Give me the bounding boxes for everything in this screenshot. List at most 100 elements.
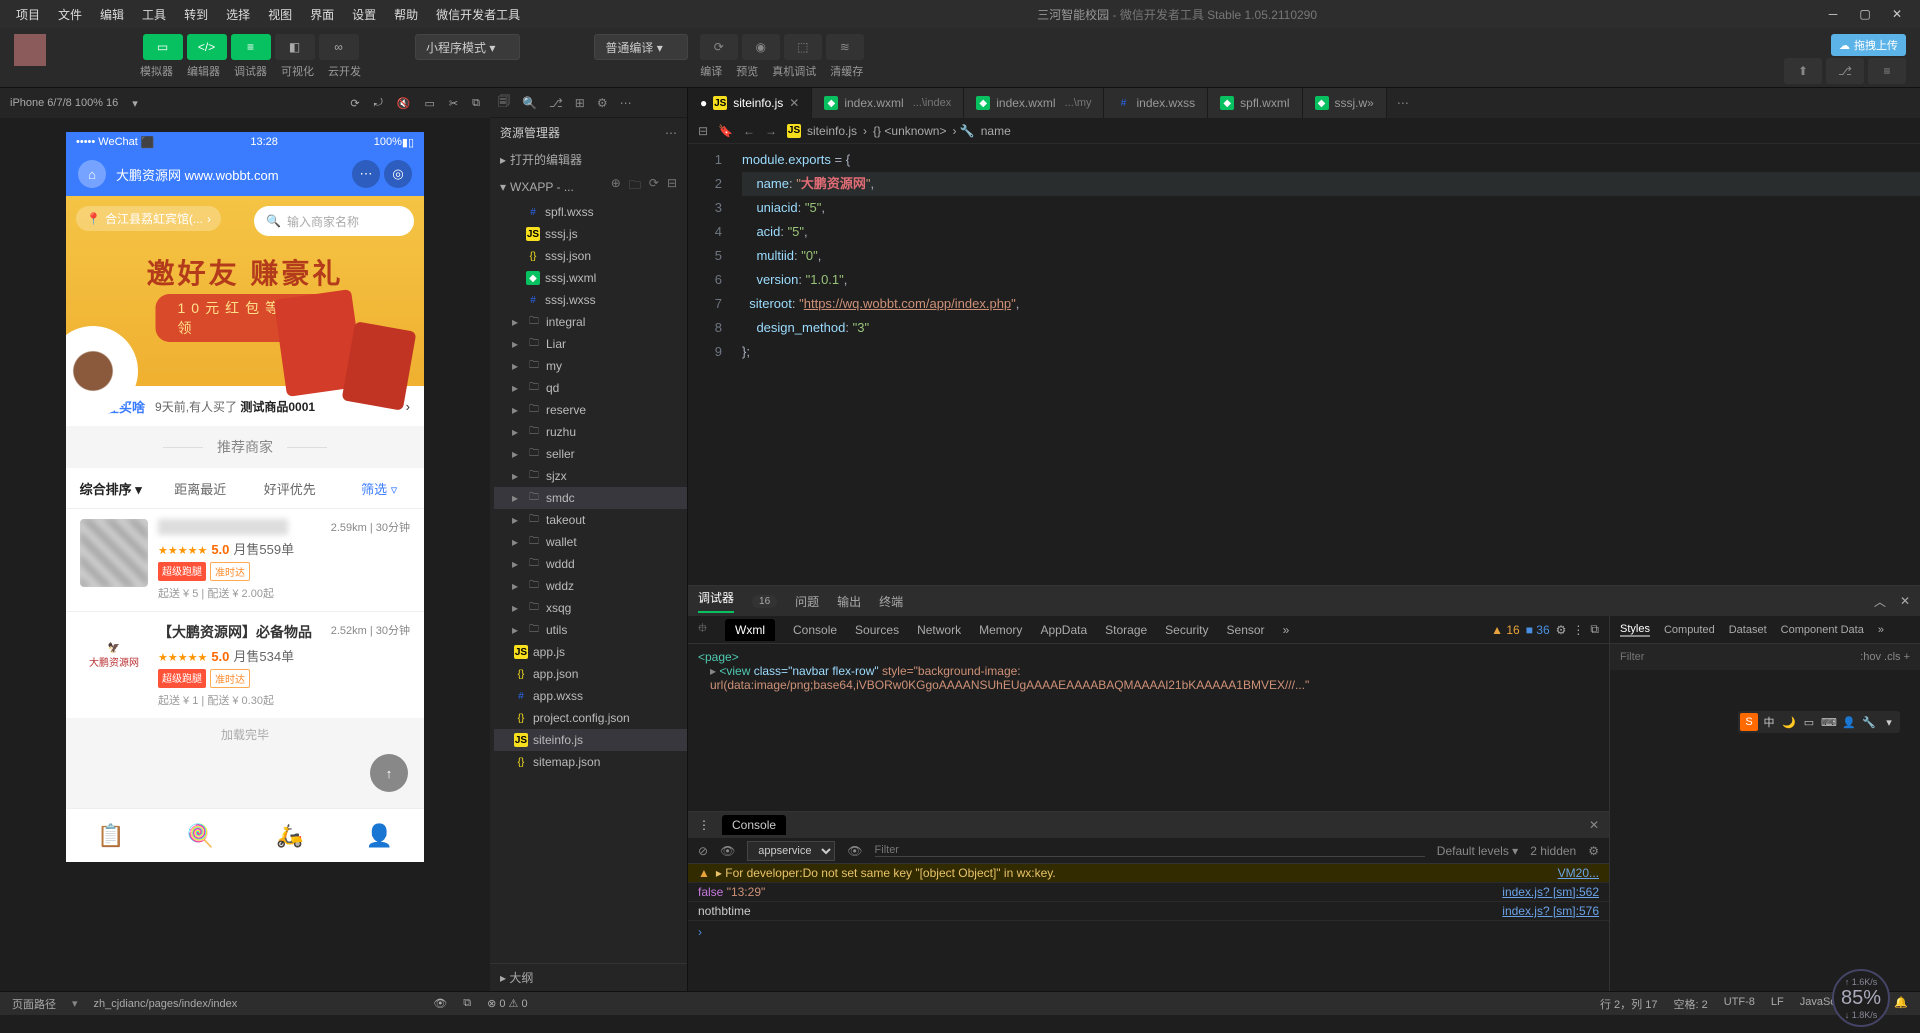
close-icon[interactable]: ✕ — [1900, 594, 1910, 608]
rotate-icon[interactable]: ⤾ — [374, 97, 383, 110]
filter-rating[interactable]: 好评优先 — [245, 479, 335, 498]
folder-item[interactable]: ▸🗀 wddz — [494, 575, 687, 597]
ime-toolbar[interactable]: S中🌙▭⌨👤🔧▾ — [1738, 711, 1900, 733]
filter-more[interactable]: 筛选 ▿ — [335, 479, 425, 498]
hidden-count[interactable]: 2 hidden — [1530, 844, 1576, 858]
details-button[interactable]: ≡ — [1868, 58, 1906, 84]
editor-tab[interactable]: ◆ sssj.w» — [1303, 88, 1387, 118]
branch-icon[interactable]: ⎇ — [549, 96, 563, 110]
simulator-button[interactable]: ▭ — [143, 34, 183, 60]
filter-distance[interactable]: 距离最近 — [156, 479, 246, 498]
folder-item[interactable]: ▸🗀 sjzx — [494, 465, 687, 487]
console-prompt[interactable]: › — [688, 921, 1609, 943]
file-item[interactable]: {} sitemap.json — [494, 751, 687, 773]
menu-ui[interactable]: 界面 — [302, 2, 342, 27]
nav-fwd-icon[interactable]: → — [765, 124, 777, 138]
component-data-tab[interactable]: Component Data — [1781, 624, 1864, 636]
page-path-value[interactable]: zh_cjdianc/pages/index/index — [94, 998, 238, 1010]
editor-tab[interactable]: ◆ index.wxml...\my — [964, 88, 1104, 118]
dock-icon[interactable]: ⧉ — [1590, 622, 1599, 637]
file-item[interactable]: {} sssj.json — [494, 245, 687, 267]
menu-tools[interactable]: 工具 — [134, 2, 174, 27]
editor-tab[interactable]: ◆ index.wxml...\index — [812, 88, 964, 118]
diagnostics[interactable]: ⊗ 0 ⚠ 0 — [487, 997, 527, 1010]
upload-button[interactable]: ⬆ — [1784, 58, 1822, 84]
compile-button[interactable]: ⟳ — [700, 34, 738, 60]
more-tabs-icon[interactable]: ⋯ — [1387, 88, 1419, 118]
folder-item[interactable]: ▸🗀 Liar — [494, 333, 687, 355]
eol[interactable]: LF — [1771, 996, 1784, 1012]
preview-button[interactable]: ◉ — [742, 34, 780, 60]
file-item[interactable]: {} app.json — [494, 663, 687, 685]
menu-file[interactable]: 文件 — [50, 2, 90, 27]
maximize-icon[interactable]: ▢ — [1858, 7, 1872, 21]
filter-sort[interactable]: 综合排序 ▾ — [66, 479, 156, 498]
clear-cache-button[interactable]: ≋ — [826, 34, 864, 60]
bell-icon[interactable]: 🔔 — [1894, 996, 1908, 1012]
dt-tab-terminal[interactable]: 终端 — [879, 593, 903, 610]
drag-upload-button[interactable]: ☁ 拖拽上传 — [1831, 34, 1906, 56]
console-row[interactable]: nothbtime index.js? [sm]:576 — [688, 902, 1609, 921]
minimize-icon[interactable]: ─ — [1826, 7, 1840, 21]
refresh-icon[interactable]: ⟳ — [350, 97, 359, 110]
folder-item[interactable]: ▸🗀 integral — [494, 311, 687, 333]
project-root[interactable]: ▾ WXAPP - ... ⊕ 🗀 ⟳ ⊟ — [490, 172, 687, 201]
chevron-down-icon[interactable]: ▾ — [132, 97, 138, 110]
folder-item[interactable]: ▸🗀 ruzhu — [494, 421, 687, 443]
new-file-icon[interactable]: ⊕ — [611, 176, 621, 197]
folder-item[interactable]: ▸🗀 reserve — [494, 399, 687, 421]
folder-item[interactable]: ▸🗀 smdc — [494, 487, 687, 509]
context-select[interactable]: appservice — [747, 841, 835, 861]
tab-home[interactable]: 📋 — [66, 809, 156, 862]
file-item[interactable]: JS siteinfo.js — [494, 729, 687, 751]
file-item[interactable]: ◆ sssj.wxml — [494, 267, 687, 289]
dt-sub-security[interactable]: Security — [1165, 623, 1208, 637]
folder-item[interactable]: ▸🗀 takeout — [494, 509, 687, 531]
chevron-up-icon[interactable]: ︿ — [1874, 593, 1886, 610]
more-icon[interactable]: ⋯ — [665, 126, 677, 140]
tab-profile[interactable]: 👤 — [335, 809, 425, 862]
device-label[interactable]: iPhone 6/7/8 100% 16 — [10, 97, 118, 109]
mute-icon[interactable]: 🔇 — [397, 97, 411, 110]
dt-sub-console[interactable]: Console — [793, 623, 837, 637]
folder-item[interactable]: ▸🗀 wddd — [494, 553, 687, 575]
file-item[interactable]: # app.wxss — [494, 685, 687, 707]
mode-select[interactable]: 小程序模式 ▾ — [415, 34, 520, 60]
tab-delivery[interactable]: 🛵 — [245, 809, 335, 862]
page-path-label[interactable]: 页面路径 — [12, 996, 56, 1012]
file-item[interactable]: JS app.js — [494, 641, 687, 663]
dt-sub-sources[interactable]: Sources — [855, 623, 899, 637]
computed-tab[interactable]: Computed — [1664, 624, 1715, 636]
debugger-button[interactable]: ≡ — [231, 34, 271, 60]
float-icon[interactable]: ⧉ — [472, 97, 480, 110]
code-editor[interactable]: 123456789 module.exports = { name: "大鹏资源… — [688, 144, 1920, 585]
dt-tab-debugger[interactable]: 调试器 — [698, 589, 734, 613]
inspect-icon[interactable]: ⯐ — [698, 619, 707, 640]
menu-settings[interactable]: 设置 — [344, 2, 384, 27]
styles-tab[interactable]: Styles — [1620, 623, 1650, 637]
close-icon[interactable]: ✕ — [1589, 818, 1599, 832]
eye-icon[interactable]: 👁 — [433, 997, 447, 1010]
menu-wechat[interactable]: 微信开发者工具 — [428, 2, 528, 27]
shop-item[interactable]: ★★★★★5.0月售559单 超级跑腿准时达 起送 ¥ 5 | 配送 ¥ 2.0… — [66, 508, 424, 611]
console-row[interactable]: ▲▸ For developer:Do not set same key "[o… — [688, 864, 1609, 883]
cls-toggle[interactable]: :hov .cls + — [1860, 651, 1910, 663]
more-icon[interactable]: ⋮ — [1572, 623, 1584, 637]
menu-select[interactable]: 选择 — [218, 2, 258, 27]
float-icon[interactable]: ⧉ — [463, 997, 471, 1010]
gear-icon[interactable]: ⚙ — [1556, 623, 1567, 637]
more-icon[interactable]: ⋯ — [620, 96, 632, 110]
eye-icon[interactable]: 👁 — [847, 844, 862, 858]
home-icon[interactable]: ⌂ — [78, 160, 106, 188]
editor-button[interactable]: </> — [187, 34, 227, 60]
folder-item[interactable]: ▸🗀 qd — [494, 377, 687, 399]
folder-item[interactable]: ▸🗀 seller — [494, 443, 687, 465]
dt-sub-appdata[interactable]: AppData — [1040, 623, 1087, 637]
visual-button[interactable]: ◧ — [275, 34, 315, 60]
version-button[interactable]: ⎇ — [1826, 58, 1864, 84]
styles-filter-input[interactable] — [1620, 651, 1860, 663]
cog-icon[interactable]: ⚙ — [597, 96, 608, 110]
eye-icon[interactable]: 👁 — [720, 844, 735, 858]
folder-item[interactable]: ▸🗀 my — [494, 355, 687, 377]
folder-item[interactable]: ▸🗀 xsqg — [494, 597, 687, 619]
